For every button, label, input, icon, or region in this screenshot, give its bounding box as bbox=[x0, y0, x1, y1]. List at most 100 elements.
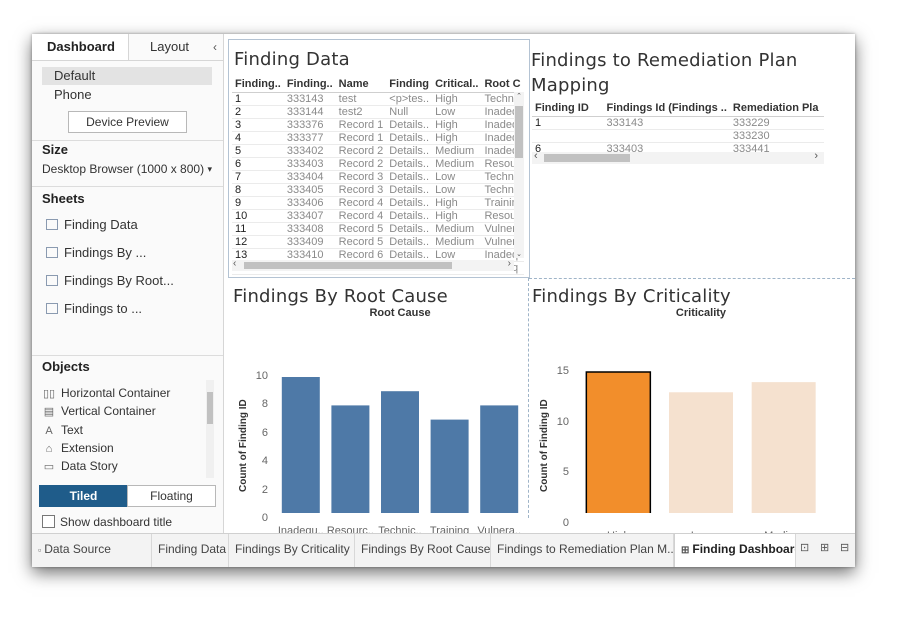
table-cell: 1 bbox=[232, 92, 284, 106]
table-row[interactable]: 6 333403 Record 2 Details.. Medium Resour bbox=[232, 157, 524, 171]
table-row[interactable]: 5 333402 Record 2 Details.. Medium Inadeq bbox=[232, 144, 524, 158]
column-header[interactable]: Findings Id (Findings .. bbox=[603, 100, 730, 117]
table-cell: Record 2 bbox=[335, 144, 387, 158]
device-preview-button[interactable]: Device Preview bbox=[68, 111, 187, 133]
finding-data-hscroll[interactable]: ‹ › bbox=[232, 258, 514, 271]
table-cell: test bbox=[335, 92, 387, 106]
scrollbar-thumb[interactable] bbox=[544, 154, 630, 162]
bar[interactable] bbox=[669, 392, 733, 513]
scrollbar-thumb[interactable] bbox=[515, 106, 523, 158]
table-cell: 8 bbox=[232, 183, 284, 197]
bar-chart: CriticalityCount of Finding ID051015High… bbox=[530, 281, 830, 542]
show-title-checkbox[interactable] bbox=[42, 515, 55, 529]
y-tick-label: 0 bbox=[562, 517, 569, 529]
new-worksheet-icon[interactable]: ⊡ bbox=[800, 541, 809, 554]
object-vertical-container[interactable]: ▤ Vertical Container bbox=[42, 403, 156, 420]
column-header[interactable]: Finding ID bbox=[532, 100, 604, 117]
column-header[interactable]: Finding bbox=[386, 76, 433, 93]
scroll-left-icon[interactable]: ‹ bbox=[534, 150, 538, 162]
table-row[interactable]: 1 333143 333229 bbox=[532, 116, 824, 130]
tab-findings-by-criticality[interactable]: Findings By Criticality bbox=[229, 534, 355, 567]
new-story-icon[interactable]: ⊟ bbox=[840, 541, 849, 554]
column-header[interactable]: Finding.. bbox=[283, 76, 336, 93]
bar[interactable] bbox=[331, 405, 370, 513]
scroll-right-icon[interactable]: › bbox=[814, 150, 818, 162]
table-row[interactable]: 3 333376 Record 1 Details.. High Inadeq bbox=[232, 118, 524, 132]
table-row[interactable]: 10 333407 Record 4 Details.. High Resou bbox=[232, 209, 524, 223]
table-cell: Low bbox=[432, 105, 482, 119]
table-row[interactable]: 333230 bbox=[532, 129, 824, 143]
tab-finding-dashboard[interactable]: ⊞ Finding Dashboard bbox=[674, 534, 796, 567]
bar[interactable] bbox=[281, 377, 320, 513]
sheet-item[interactable]: Findings to ... bbox=[46, 300, 142, 318]
collapse-panel-icon[interactable]: ‹ bbox=[213, 40, 217, 54]
tab-dashboard[interactable]: Dashboard bbox=[47, 39, 115, 54]
device-phone[interactable]: Phone bbox=[42, 86, 212, 104]
table-row[interactable]: 12 333409 Record 5 Details.. Medium Vulner bbox=[232, 235, 524, 249]
object-extension[interactable]: ⌂ Extension bbox=[42, 440, 114, 457]
sheet-item[interactable]: Findings By Root... bbox=[46, 272, 174, 290]
column-header[interactable]: Finding.. bbox=[232, 76, 284, 93]
column-header[interactable]: Remediation Pla bbox=[729, 100, 824, 117]
table-row[interactable]: 9 333406 Record 4 Details.. High Trainin bbox=[232, 196, 524, 210]
object-horizontal-container[interactable]: ▯▯ Horizontal Container bbox=[42, 385, 170, 402]
tab-findings-to-remediation[interactable]: Findings to Remediation Plan M... bbox=[491, 534, 674, 567]
column-header[interactable]: Critical.. bbox=[432, 76, 482, 93]
table-row[interactable]: 1 333143 test <p>tes.. High Techni bbox=[232, 92, 524, 106]
tab-label: Data Source bbox=[44, 542, 111, 556]
bar-chart: Root Cause Count of Finding ID 0 2 4 6 8 10 Inad… bbox=[228, 281, 528, 537]
object-data-story[interactable]: ▭ Data Story bbox=[42, 458, 118, 475]
tab-findings-by-root-cause[interactable]: Findings By Root Cause bbox=[355, 534, 491, 567]
finding-data-zone[interactable]: Finding Data Finding.. Finding.. Name Findi… bbox=[228, 39, 530, 278]
scroll-right-icon[interactable]: › bbox=[508, 258, 511, 269]
table-row[interactable]: 2 333144 test2 Null Low Inadeq bbox=[232, 105, 524, 119]
table-cell: 333406 bbox=[283, 196, 336, 210]
size-dropdown[interactable]: Desktop Browser (1000 x 800) ▾ bbox=[42, 160, 212, 178]
scrollbar-thumb[interactable] bbox=[207, 392, 213, 424]
sheet-item[interactable]: Findings By ... bbox=[46, 244, 146, 262]
tab-data-source[interactable]: ▫ Data Source bbox=[32, 534, 152, 567]
new-dashboard-icon[interactable]: ⊞ bbox=[820, 541, 829, 554]
table-cell: Record 4 bbox=[335, 209, 387, 223]
floating-button[interactable]: Floating bbox=[127, 485, 216, 507]
scroll-down-icon[interactable]: ⌄ bbox=[514, 250, 524, 258]
table-cell: <p>tes.. bbox=[386, 92, 433, 106]
y-tick-label: 8 bbox=[261, 398, 268, 411]
tab-finding-data[interactable]: Finding Data bbox=[152, 534, 229, 567]
mapping-hscroll[interactable]: ‹ › bbox=[532, 150, 824, 164]
scroll-left-icon[interactable]: ‹ bbox=[233, 258, 236, 269]
y-tick-label: 0 bbox=[261, 512, 268, 524]
tab-layout[interactable]: Layout bbox=[150, 39, 189, 54]
sheet-item[interactable]: Finding Data bbox=[46, 216, 138, 234]
sheet-label: Finding Data bbox=[64, 217, 138, 232]
bar[interactable] bbox=[585, 371, 652, 513]
table-cell: Medium bbox=[432, 235, 482, 249]
column-header[interactable]: Root C bbox=[481, 76, 524, 93]
table-row[interactable]: 7 333404 Record 3 Details.. Low Techni bbox=[232, 170, 524, 184]
table-row[interactable]: 8 333405 Record 3 Details.. Low Techni bbox=[232, 183, 524, 197]
objects-scrollbar[interactable] bbox=[206, 380, 214, 478]
device-default[interactable]: Default bbox=[42, 67, 212, 85]
dashboard-canvas: Finding Data Finding.. Finding.. Name Findi… bbox=[224, 34, 855, 542]
scroll-up-icon[interactable]: ⌃ bbox=[514, 92, 524, 100]
chart-title: Root Cause bbox=[369, 307, 431, 319]
column-header[interactable]: Name bbox=[335, 76, 387, 93]
tab-label: Finding Dashboard bbox=[692, 542, 796, 556]
bar[interactable] bbox=[480, 405, 519, 513]
table-row[interactable]: 11 333408 Record 5 Details.. Medium Vulner bbox=[232, 222, 524, 236]
finding-data-vscroll[interactable]: ⌃ ⌄ bbox=[514, 92, 524, 258]
table-cell: 12 bbox=[232, 235, 284, 249]
vertical-container-icon: ▤ bbox=[43, 406, 55, 418]
mapping-zone[interactable]: Findings to Remediation Plan Mapping Fin… bbox=[529, 39, 829, 276]
scrollbar-thumb[interactable] bbox=[244, 262, 452, 269]
table-row[interactable]: 4 333377 Record 1 Details.. High Inadeq bbox=[232, 131, 524, 145]
object-text[interactable]: A Text bbox=[42, 422, 83, 439]
table-cell: Details.. bbox=[386, 157, 433, 171]
y-axis-label: Count of Finding ID bbox=[539, 399, 550, 492]
bar[interactable] bbox=[381, 391, 419, 513]
bar[interactable] bbox=[430, 419, 469, 513]
bar[interactable] bbox=[751, 382, 816, 513]
show-title-option[interactable]: Show dashboard title bbox=[42, 514, 172, 530]
table-cell: 333229 bbox=[729, 116, 824, 130]
tiled-button[interactable]: Tiled bbox=[39, 485, 128, 507]
